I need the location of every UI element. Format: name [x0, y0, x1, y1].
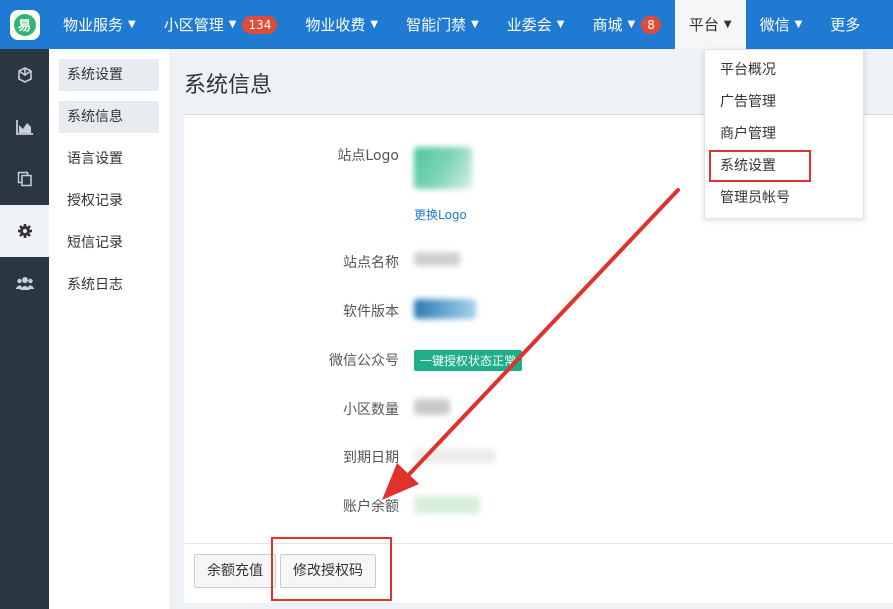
dropdown-item-ads[interactable]: 广告管理	[705, 86, 863, 118]
chevron-down-icon: ▼	[370, 19, 379, 30]
page-title: 系统信息	[184, 73, 273, 98]
sidebar-icon-settings[interactable]	[0, 205, 49, 257]
sidebar-icon-users[interactable]	[0, 257, 49, 309]
submenu-item-system-log[interactable]: 系统日志	[59, 269, 159, 301]
dropdown-item-admin-accounts[interactable]: 管理员帐号	[705, 182, 863, 214]
copy-icon	[17, 171, 32, 187]
annotation-box-button	[271, 537, 392, 601]
count-badge: 8	[641, 15, 661, 34]
wechat-label: 微信公众号	[329, 353, 399, 369]
nav-item-wechat[interactable]: 微信 ▼	[746, 0, 817, 49]
sidebar-icon-chart[interactable]	[0, 101, 49, 153]
wechat-status-badge: 一键授权状态正常	[414, 350, 523, 371]
nav-item-property-fee[interactable]: 物业收费 ▼	[291, 0, 392, 49]
sidebar-icon-cube[interactable]	[0, 49, 49, 101]
submenu-item-system-info[interactable]: 系统信息	[59, 101, 159, 133]
area-chart-icon	[15, 120, 33, 135]
site-name-label: 站点名称	[343, 255, 399, 271]
community-count-label: 小区数量	[343, 402, 399, 418]
dropdown-item-system-settings[interactable]: 系统设置	[709, 150, 811, 182]
submenu-item-sms-log[interactable]: 短信记录	[59, 227, 159, 259]
nav-item-committee[interactable]: 业委会 ▼	[493, 0, 579, 49]
community-count-value	[414, 399, 450, 415]
balance-label: 账户余额	[343, 499, 399, 515]
change-logo-link[interactable]: 更换Logo	[414, 208, 467, 222]
chevron-down-icon: ▼	[723, 19, 732, 30]
expire-date-label: 到期日期	[343, 450, 399, 466]
recharge-button[interactable]: 余额充值	[194, 554, 276, 588]
top-navbar: 易 物业服务 ▼ 小区管理 ▼ 134 物业收费 ▼ 智能门禁 ▼ 业委会 ▼ 商城 ▼ 8 平…	[0, 0, 893, 49]
nav-item-property-service[interactable]: 物业服务 ▼	[49, 0, 150, 49]
users-icon	[15, 277, 34, 290]
chevron-down-icon: ▼	[627, 19, 636, 30]
site-logo-image	[414, 147, 472, 189]
chevron-down-icon: ▼	[471, 19, 479, 30]
platform-dropdown-menu: 平台概况 广告管理 商户管理 系统设置 管理员帐号	[704, 49, 864, 219]
submenu-item-system-settings[interactable]: 系统设置	[59, 59, 159, 91]
submenu-item-language[interactable]: 语言设置	[59, 143, 159, 175]
nav-item-more[interactable]: 更多	[816, 0, 874, 49]
count-badge: 134	[242, 15, 278, 34]
version-label: 软件版本	[343, 304, 399, 320]
nav-item-mall[interactable]: 商城 ▼ 8	[579, 0, 675, 49]
expire-date-value	[414, 449, 496, 463]
nav-item-community[interactable]: 小区管理 ▼ 134	[150, 0, 292, 49]
chevron-down-icon: ▼	[128, 19, 136, 30]
chevron-down-icon: ▼	[228, 19, 237, 30]
nav-item-smart-access[interactable]: 智能门禁 ▼	[392, 0, 493, 49]
chevron-down-icon: ▼	[556, 19, 565, 30]
dropdown-item-overview[interactable]: 平台概况	[705, 54, 863, 86]
logo-icon: 易	[13, 13, 36, 36]
version-value	[414, 299, 476, 319]
balance-value	[414, 496, 480, 514]
dropdown-item-merchants[interactable]: 商户管理	[705, 118, 863, 150]
app-logo[interactable]: 易	[0, 0, 49, 49]
site-logo-label: 站点Logo	[337, 148, 399, 164]
nav-item-platform[interactable]: 平台 ▼	[674, 0, 746, 49]
sidebar-icon-copy[interactable]	[0, 153, 49, 205]
cube-icon	[17, 67, 32, 83]
submenu-item-license-log[interactable]: 授权记录	[59, 185, 159, 217]
icon-sidebar	[0, 49, 49, 609]
site-name-value	[414, 252, 460, 266]
chevron-down-icon: ▼	[794, 19, 803, 30]
gear-icon	[17, 224, 32, 238]
settings-submenu: 系统设置 系统信息 语言设置 授权记录 短信记录 系统日志	[49, 49, 169, 609]
